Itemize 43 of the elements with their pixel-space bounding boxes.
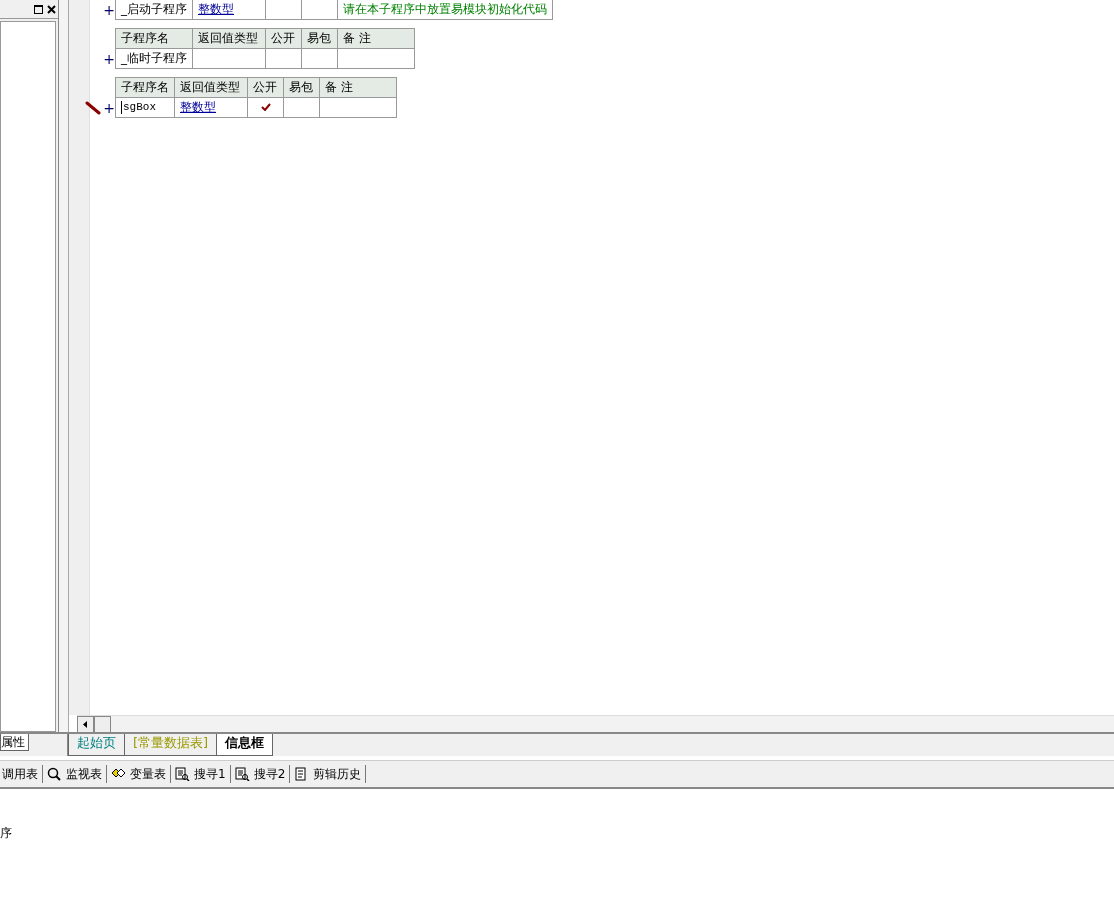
column-header: 备 注: [319, 77, 397, 98]
document-search-icon: [175, 767, 190, 781]
column-header: 易包: [283, 77, 320, 98]
column-header: 返回值类型: [174, 77, 248, 98]
table-cell: _临时子程序: [115, 48, 193, 69]
properties-tab[interactable]: 属性: [0, 734, 29, 751]
column-header: 易包: [301, 28, 338, 49]
type-link[interactable]: 整数型: [192, 0, 266, 20]
toolbar-button[interactable]: 调用表: [0, 765, 43, 783]
close-icon[interactable]: [47, 4, 56, 14]
column-header: 公开: [265, 28, 302, 49]
output-text: 序: [0, 826, 12, 840]
button-label: 监视表: [66, 765, 102, 783]
table-cell: _启动子程序: [115, 0, 193, 20]
scroll-thumb[interactable]: [94, 716, 111, 733]
button-label: 搜寻1: [194, 765, 226, 783]
column-header: 公开: [247, 77, 284, 98]
button-label: 变量表: [130, 765, 166, 783]
document-tab[interactable]: 起始页: [68, 734, 124, 756]
arrow-left-icon: [83, 721, 88, 728]
column-header: 子程序名: [115, 28, 193, 49]
toolbar-button[interactable]: 搜寻1: [171, 765, 231, 783]
toolbar-button[interactable]: 搜寻2: [230, 765, 291, 783]
remark-cell: 请在本子程序中放置易模块初始化代码: [337, 0, 553, 20]
column-header: 返回值类型: [192, 28, 266, 49]
search-icon: [47, 767, 62, 781]
toolbar-button[interactable]: 剪辑历史: [290, 765, 367, 783]
expand-toggle[interactable]: +: [103, 2, 115, 18]
table-cell: sgBox: [115, 97, 175, 118]
expand-toggle[interactable]: +: [103, 100, 115, 116]
maximize-icon[interactable]: [34, 4, 43, 14]
toolbar-button[interactable]: 变量表: [107, 765, 171, 783]
column-header: 备 注: [337, 28, 415, 49]
button-label: 调用表: [2, 765, 38, 783]
type-link[interactable]: 整数型: [174, 97, 248, 118]
document-tab[interactable]: 信息框: [216, 734, 274, 756]
column-header: 子程序名: [115, 77, 175, 98]
toolbar-button[interactable]: 监视表: [43, 765, 107, 783]
scroll-left-button[interactable]: [77, 716, 94, 733]
button-label: 搜寻2: [253, 765, 286, 783]
document-search-icon: [234, 767, 250, 781]
button-label: 剪辑历史: [313, 765, 362, 783]
expand-toggle[interactable]: +: [103, 51, 115, 67]
